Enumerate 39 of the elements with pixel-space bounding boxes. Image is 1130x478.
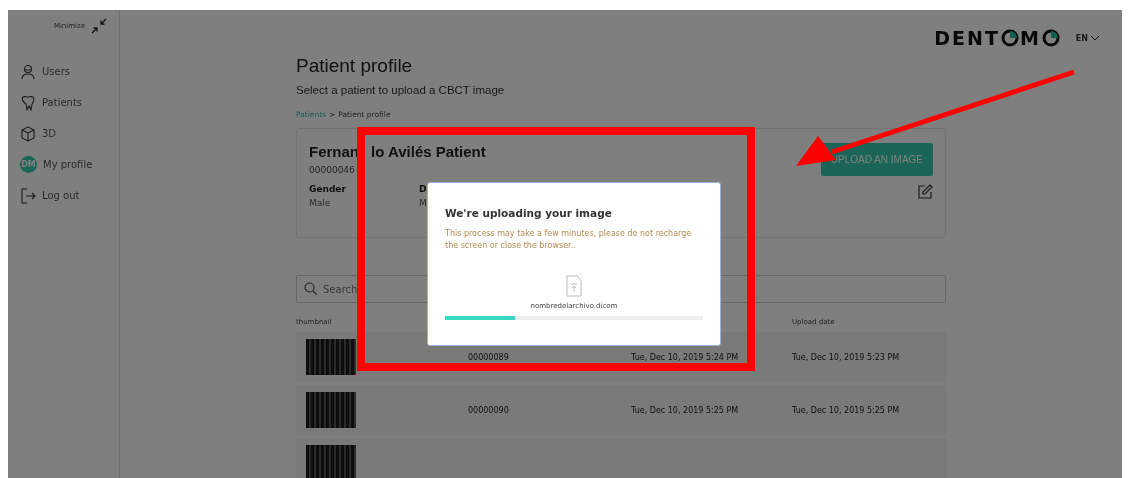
field-value: M [419,198,428,208]
patient-name: Fernan [309,143,359,160]
cube-icon [20,125,36,142]
field-value: Male [309,198,332,208]
sidebar-item[interactable]: Users [8,56,119,87]
sidebar-item[interactable]: Patients [8,87,119,118]
edit-icon[interactable] [917,184,933,200]
xray-thumbnail [306,392,356,428]
user-icon [20,63,36,80]
table-cell-text: Tue, Dec 10, 2019 5:23 PM [792,352,901,362]
language-selector[interactable]: EN [1075,33,1100,43]
sidebar-item[interactable]: Log out [8,180,119,211]
avatar: DM [20,156,37,173]
table-row[interactable]: 00000090 Tue, Dec 10, 2019 5:25 PM Tue, Dec 10, 2019 5:25 PM [296,385,946,435]
xray-thumbnail [306,445,356,478]
logout-icon [20,187,36,204]
logo: DENT M [934,27,1060,49]
field-label: D [419,184,428,194]
field-label: Gender [309,184,347,194]
table-row[interactable] [296,438,946,478]
sidebar-item[interactable]: 3D [8,118,119,149]
page-subtitle: Select a patient to upload a CBCT image [296,84,506,96]
table-cell-text: Tue, Dec 10, 2019 5:25 PM [631,405,740,415]
table-cell-text: Tue, Dec 10, 2019 5:25 PM [792,405,901,415]
patient-id: 00000046 [309,165,356,175]
table-cell-text: Tue, Dec 10, 2019 5:24 PM [631,352,740,362]
sidebar-item[interactable]: DM My profile [8,149,119,180]
table-cell-text: 00000090 [468,405,510,415]
search-icon [304,282,317,295]
tooth-icon [20,94,36,111]
minimize-icon[interactable] [91,18,107,34]
file-upload-icon [566,275,582,298]
chevron-down-icon [1090,35,1100,41]
page-title: Patient profile [296,55,414,78]
table-cell-text: 00000089 [468,352,510,362]
xray-thumbnail [306,339,356,375]
dialog-title: We're uploading your image [445,207,613,219]
patient-name: lo Avilés Patient [371,143,486,160]
dialog-message: This process may take a few minutes, please do not recharge the screen or close the browser.. [445,228,693,252]
